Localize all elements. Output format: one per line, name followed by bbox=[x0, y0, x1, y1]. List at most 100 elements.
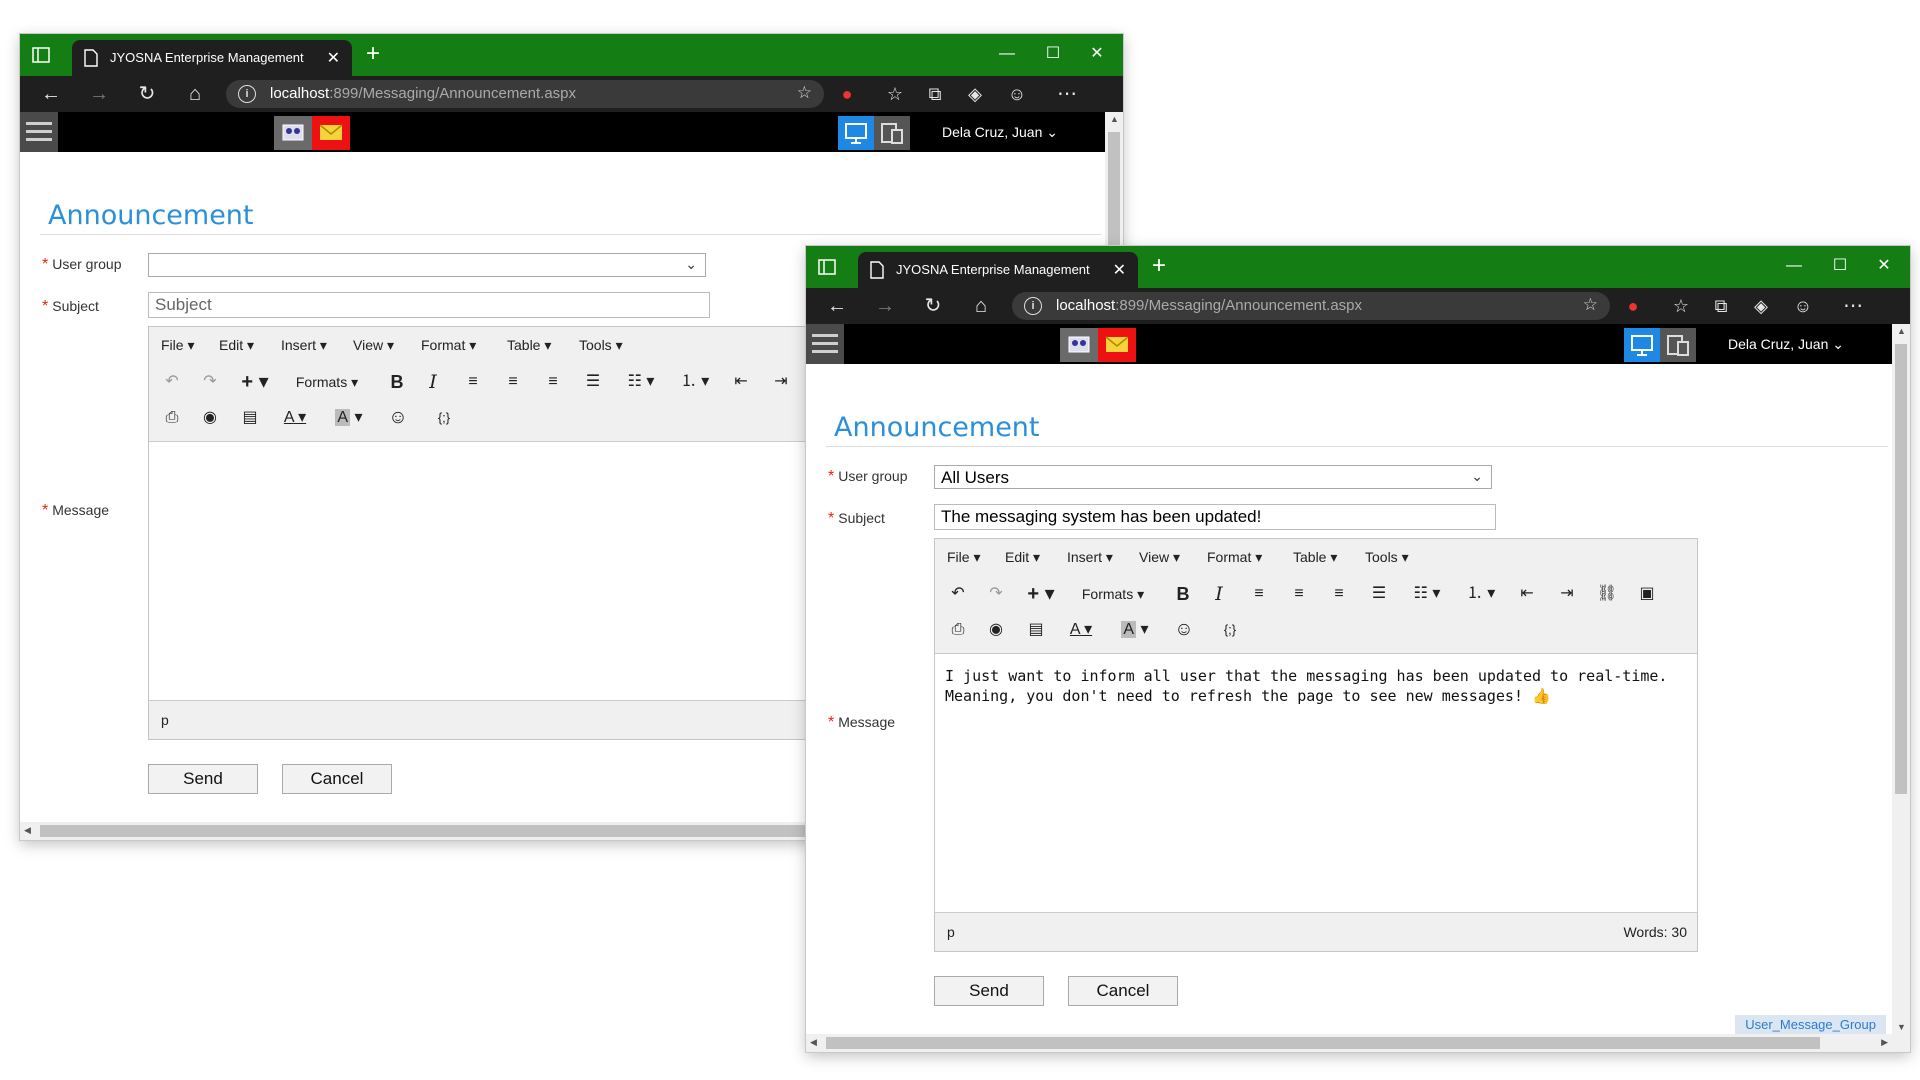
menu-edit[interactable]: Edit ▾ bbox=[219, 337, 254, 354]
menu-edit[interactable]: Edit ▾ bbox=[1005, 549, 1040, 566]
subject-input[interactable]: Subject bbox=[148, 292, 710, 318]
refresh-icon[interactable]: ↻ bbox=[918, 292, 948, 320]
more-icon[interactable]: ⋯ bbox=[1838, 292, 1868, 320]
redo-icon[interactable]: ↷ bbox=[197, 369, 223, 395]
outdent-icon[interactable]: ⇤ bbox=[729, 369, 753, 395]
panel-icon[interactable] bbox=[32, 46, 50, 64]
profile-icon[interactable]: ☺ bbox=[1002, 80, 1032, 108]
code-sample-button[interactable]: {;} bbox=[429, 405, 459, 431]
font-color-button[interactable]: A ▾ bbox=[275, 405, 315, 431]
people-icon[interactable] bbox=[274, 116, 312, 150]
shield-icon[interactable]: ◈ bbox=[960, 80, 990, 108]
maximize-icon[interactable]: ☐ bbox=[1820, 254, 1860, 278]
desktop-icon[interactable] bbox=[1624, 328, 1660, 362]
close-icon[interactable]: ✕ bbox=[327, 48, 340, 68]
people-icon[interactable] bbox=[1060, 328, 1098, 362]
mobile-icon[interactable] bbox=[1660, 328, 1696, 362]
element-path[interactable]: p bbox=[161, 712, 169, 728]
close-icon[interactable]: ✕ bbox=[1113, 260, 1126, 280]
mail-icon[interactable] bbox=[312, 116, 350, 150]
hamburger-icon[interactable] bbox=[20, 112, 58, 152]
menu-insert[interactable]: Insert ▾ bbox=[1067, 549, 1113, 566]
close-window-icon[interactable]: ✕ bbox=[1864, 254, 1904, 278]
font-color-button[interactable]: A ▾ bbox=[1061, 617, 1101, 643]
preview-icon[interactable]: ◉ bbox=[197, 405, 223, 431]
hamburger-icon[interactable] bbox=[806, 324, 844, 364]
extension-icon[interactable]: ● bbox=[1618, 292, 1648, 320]
italic-button[interactable]: I bbox=[1207, 581, 1231, 607]
menu-format[interactable]: Format ▾ bbox=[1207, 549, 1262, 566]
user-menu[interactable]: Dela Cruz, Juan ⌄ bbox=[1728, 336, 1844, 353]
code-sample-button[interactable]: {;} bbox=[1215, 617, 1245, 643]
message-body[interactable]: I just want to inform all user that the … bbox=[935, 654, 1697, 912]
element-path[interactable]: p bbox=[947, 924, 955, 940]
profile-icon[interactable]: ☺ bbox=[1788, 292, 1818, 320]
indent-icon[interactable]: ⇥ bbox=[769, 369, 793, 395]
url-field[interactable]: i localhost:899/Messaging/Announcement.a… bbox=[226, 80, 824, 108]
italic-button[interactable]: I bbox=[421, 369, 445, 395]
back-icon[interactable]: ← bbox=[36, 80, 66, 108]
scroll-thumb[interactable] bbox=[1895, 344, 1907, 794]
user-group-select[interactable]: All Users ⌄ bbox=[934, 465, 1492, 489]
user-group-select[interactable]: ⌄ bbox=[148, 253, 706, 277]
menu-format[interactable]: Format ▾ bbox=[421, 337, 476, 354]
undo-icon[interactable]: ↶ bbox=[945, 581, 971, 607]
horizontal-scrollbar[interactable]: ◀ ▶ bbox=[806, 1034, 1910, 1052]
star-icon[interactable]: ☆ bbox=[797, 83, 812, 103]
cancel-button[interactable]: Cancel bbox=[282, 764, 392, 794]
numbered-list-icon[interactable]: ⒈ ▾ bbox=[675, 369, 715, 395]
home-icon[interactable]: ⌂ bbox=[180, 80, 210, 108]
align-left-icon[interactable]: ≡ bbox=[461, 369, 485, 395]
justify-icon[interactable]: ☰ bbox=[1367, 581, 1391, 607]
menu-table[interactable]: Table ▾ bbox=[1293, 549, 1337, 566]
mail-icon[interactable] bbox=[1098, 328, 1136, 362]
favorites-icon[interactable]: ☆ bbox=[1666, 292, 1696, 320]
back-icon[interactable]: ← bbox=[822, 292, 852, 320]
link-icon[interactable]: ⛓ bbox=[1595, 581, 1619, 607]
bold-button[interactable]: B bbox=[385, 369, 409, 395]
print-icon[interactable]: ⎙ bbox=[159, 405, 185, 431]
vertical-scrollbar[interactable]: ▲ ▼ bbox=[1892, 324, 1910, 1034]
insert-plus-icon[interactable]: + ▾ bbox=[1023, 581, 1059, 607]
forward-icon[interactable]: → bbox=[84, 80, 114, 108]
bold-button[interactable]: B bbox=[1171, 581, 1195, 607]
collections-icon[interactable]: ⧉ bbox=[920, 80, 950, 108]
menu-view[interactable]: View ▾ bbox=[353, 337, 394, 354]
justify-icon[interactable]: ☰ bbox=[581, 369, 605, 395]
extension-icon[interactable]: ● bbox=[832, 80, 862, 108]
send-button[interactable]: Send bbox=[148, 764, 258, 794]
browser-tab[interactable]: JYOSNA Enterprise Management ✕ bbox=[858, 252, 1138, 288]
insert-plus-icon[interactable]: + ▾ bbox=[237, 369, 273, 395]
minimize-icon[interactable]: — bbox=[1774, 254, 1814, 278]
menu-file[interactable]: File ▾ bbox=[161, 337, 194, 354]
undo-icon[interactable]: ↶ bbox=[159, 369, 185, 395]
numbered-list-icon[interactable]: ⒈ ▾ bbox=[1461, 581, 1501, 607]
menu-view[interactable]: View ▾ bbox=[1139, 549, 1180, 566]
home-icon[interactable]: ⌂ bbox=[966, 292, 996, 320]
info-icon[interactable]: i bbox=[1024, 297, 1042, 315]
more-icon[interactable]: ⋯ bbox=[1052, 80, 1082, 108]
send-button[interactable]: Send bbox=[934, 976, 1044, 1006]
outdent-icon[interactable]: ⇤ bbox=[1515, 581, 1539, 607]
align-left-icon[interactable]: ≡ bbox=[1247, 581, 1271, 607]
bullet-list-icon[interactable]: ☷ ▾ bbox=[621, 369, 661, 395]
panel-icon[interactable] bbox=[818, 258, 836, 276]
collections-icon[interactable]: ⧉ bbox=[1706, 292, 1736, 320]
shield-icon[interactable]: ◈ bbox=[1746, 292, 1776, 320]
media-icon[interactable]: ▤ bbox=[237, 405, 263, 431]
formats-dropdown[interactable]: Formats ▾ bbox=[1075, 581, 1151, 607]
emoji-icon[interactable]: ☺ bbox=[1171, 617, 1197, 643]
forward-icon[interactable]: → bbox=[870, 292, 900, 320]
browser-tab[interactable]: JYOSNA Enterprise Management ✕ bbox=[72, 40, 352, 76]
refresh-icon[interactable]: ↻ bbox=[132, 80, 162, 108]
formats-dropdown[interactable]: Formats ▾ bbox=[289, 369, 365, 395]
plus-icon[interactable]: + bbox=[1152, 252, 1166, 280]
desktop-icon[interactable] bbox=[838, 116, 874, 150]
cancel-button[interactable]: Cancel bbox=[1068, 976, 1178, 1006]
preview-icon[interactable]: ◉ bbox=[983, 617, 1009, 643]
image-icon[interactable]: ▣ bbox=[1635, 581, 1659, 607]
bullet-list-icon[interactable]: ☷ ▾ bbox=[1407, 581, 1447, 607]
subject-input[interactable]: The messaging system has been updated! bbox=[934, 504, 1496, 530]
menu-tools[interactable]: Tools ▾ bbox=[1365, 549, 1409, 566]
background-color-button[interactable]: A ▾ bbox=[1115, 617, 1155, 643]
